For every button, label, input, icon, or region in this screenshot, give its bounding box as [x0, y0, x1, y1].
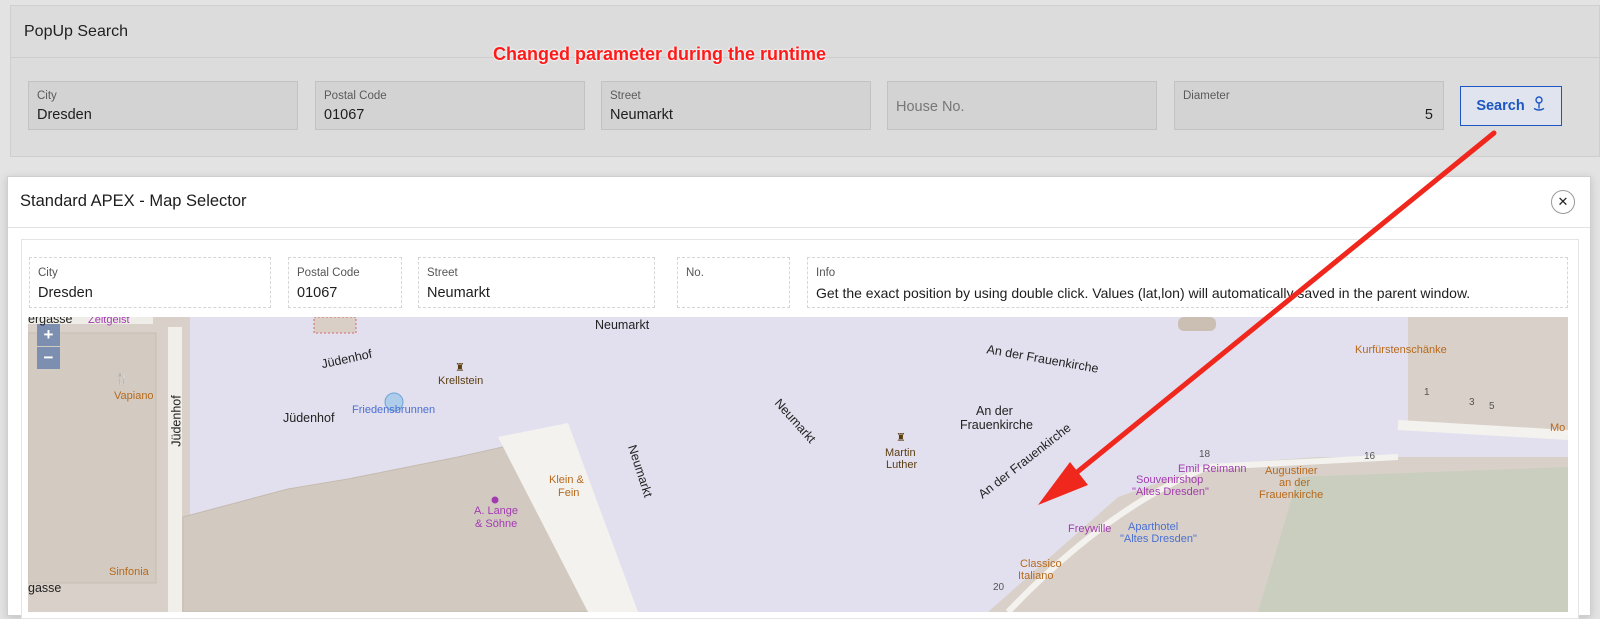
map-poi-martin: Martin — [885, 447, 916, 459]
annotation-text: Changed parameter during the runtime — [493, 44, 827, 64]
street-label: Street — [610, 90, 641, 102]
city-label: City — [37, 90, 57, 102]
dialog-city-label: City — [38, 267, 58, 279]
dialog-no-label: No. — [686, 267, 704, 279]
postal-code-value: 01067 — [324, 107, 365, 123]
map-poi-friedensbrunnen: Friedensbrunnen — [352, 404, 436, 416]
house-no-placeholder: House No. — [896, 99, 965, 115]
map-poi-mo: Mo — [1550, 422, 1566, 434]
street-value: Neumarkt — [610, 107, 673, 123]
map-poi-augustiner-2: an der — [1279, 477, 1311, 489]
map-poi-classico-2: Italiano — [1018, 570, 1054, 582]
dialog-info-value: Get the exact position by using double c… — [816, 285, 1471, 301]
map-poi-aparthotel-2: "Altes Dresden" — [1120, 533, 1197, 545]
dialog-no-field[interactable]: No. — [677, 257, 790, 308]
map-housenumber-20: 20 — [993, 582, 1005, 593]
map-housenumber-18: 18 — [1199, 449, 1211, 460]
house-no-field[interactable]: House No. — [887, 81, 1157, 130]
map-poi-kurfurstenschanke: Kurfürstenschänke — [1355, 344, 1447, 356]
map-housenumber-1: 1 — [1424, 387, 1430, 398]
diameter-field[interactable]: Diameter 5 — [1174, 81, 1444, 130]
zoom-in-button[interactable]: + — [37, 324, 60, 346]
map-poi-sinfonia: Sinfonia — [109, 566, 149, 578]
map-housenumber-16: 16 — [1364, 451, 1376, 462]
map-label-fergasse: ergasse — [28, 317, 73, 326]
map-label-frauenkirche: Frauenkirche — [960, 418, 1033, 432]
dialog-info-label: Info — [816, 267, 836, 279]
map-poi-classico: Classico — [1020, 558, 1062, 570]
map-poi-a-lange: A. Lange — [474, 505, 519, 517]
map-housenumber-5: 5 — [1489, 401, 1495, 412]
region-title: PopUp Search — [24, 23, 129, 40]
map-poi-a-lange-2: & Söhne — [475, 518, 518, 530]
postal-code-label: Postal Code — [324, 90, 387, 102]
map-poi-augustiner: Augustiner — [1265, 465, 1318, 477]
dialog-street-value: Neumarkt — [427, 285, 490, 301]
map-housenumber-3: 3 — [1469, 397, 1475, 408]
map-label-judenhof-vertical: Jüdenhof — [169, 395, 184, 447]
map-poi-krellstein-icon: ♜ — [455, 362, 465, 374]
city-value: Dresden — [37, 107, 92, 123]
map-poi-souvenirshop-2: "Altes Dresden" — [1132, 486, 1209, 498]
map-poi-aparthotel: Aparthotel — [1128, 521, 1179, 533]
dialog-street-field[interactable]: Street Neumarkt — [418, 257, 655, 308]
map-label-an-der: An der — [976, 404, 1013, 418]
map-poi-augustiner-3: Frauenkirche — [1259, 489, 1324, 501]
diameter-value: 5 — [1424, 107, 1433, 123]
map-poi-martin-luther-icon: ♜ — [896, 432, 906, 444]
postal-code-field[interactable]: Postal Code 01067 — [315, 81, 585, 130]
map-poi-vapiano: Vapiano — [114, 390, 154, 402]
search-button[interactable]: Search — [1460, 86, 1562, 126]
map-poi-vapiano-icon: 🍴 — [115, 373, 129, 385]
map-label-gasse: gasse — [28, 581, 62, 595]
dialog-city-field[interactable]: City Dresden — [29, 257, 271, 308]
close-button[interactable]: ✕ — [1551, 190, 1575, 214]
dialog-street-label: Street — [427, 267, 458, 279]
map-poi-souvenirshop: Souvenirshop — [1136, 474, 1204, 486]
map-poi-klein-fein: Klein & — [549, 474, 584, 486]
map-canvas[interactable]: + − Neumarkt Neumarkt Neumarkt An der Fr… — [28, 317, 1568, 612]
close-icon: ✕ — [1557, 194, 1569, 209]
dialog-postal-code-label: Postal Code — [297, 267, 360, 279]
map-label-judenhof-2: Jüdenhof — [283, 411, 335, 425]
map-poi-zeitgeist: Zeitgeist — [88, 317, 130, 326]
map-label-neumarkt: Neumarkt — [595, 318, 650, 332]
map-poi-krellstein: Krellstein — [438, 375, 484, 387]
street-field[interactable]: Street Neumarkt — [601, 81, 871, 130]
map-poi-freywille: Freywille — [1068, 523, 1112, 535]
dialog-info-field: Info Get the exact position by using dou… — [807, 257, 1568, 308]
map-pin-icon — [1532, 96, 1546, 116]
search-button-label: Search — [1476, 98, 1525, 114]
diameter-label: Diameter — [1183, 90, 1230, 102]
map-poi-klein-fein-2: Fein — [558, 487, 580, 499]
dialog-postal-code-value: 01067 — [297, 285, 338, 301]
zoom-out-button[interactable]: − — [37, 347, 60, 369]
city-field[interactable]: City Dresden — [28, 81, 298, 130]
dialog-title: Standard APEX - Map Selector — [20, 192, 247, 210]
map-base-layer — [28, 317, 1568, 612]
dialog-city-value: Dresden — [38, 285, 93, 301]
map-poi-luther: Luther — [886, 459, 918, 471]
dialog-postal-code-field[interactable]: Postal Code 01067 — [288, 257, 402, 308]
dialog-header: Standard APEX - Map Selector ✕ — [8, 177, 1590, 228]
